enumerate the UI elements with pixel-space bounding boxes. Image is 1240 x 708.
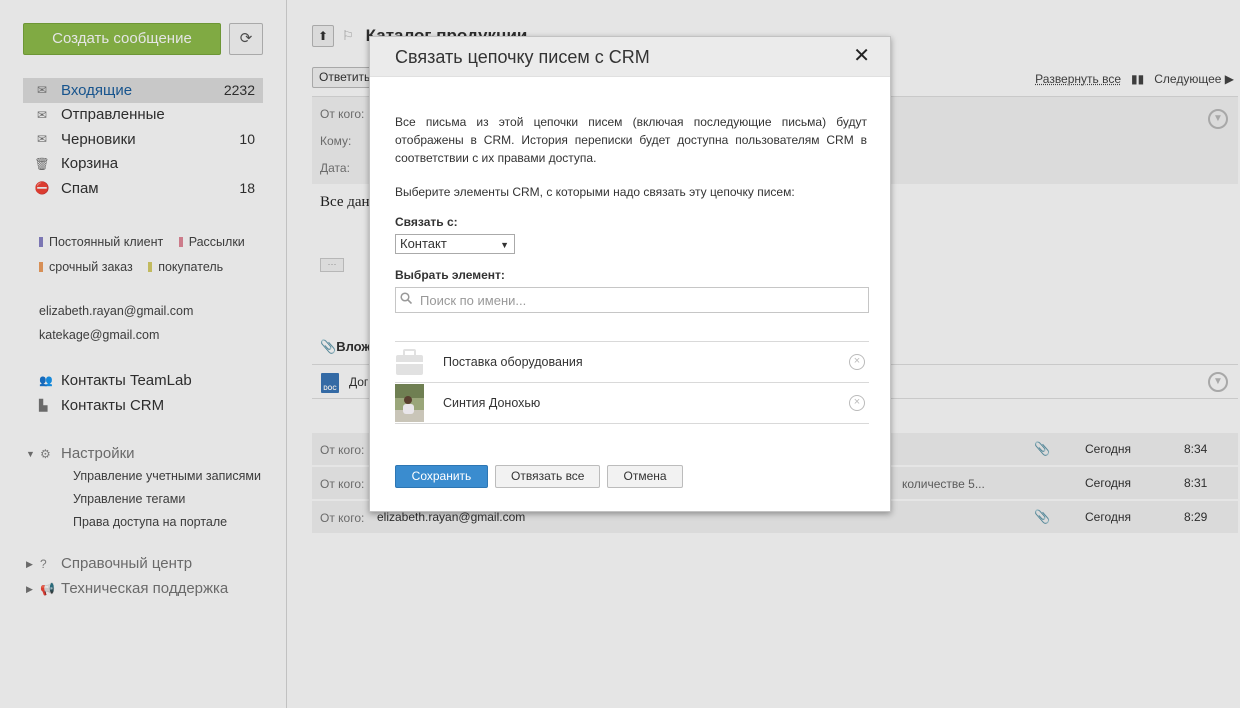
- entity-type-select[interactable]: Контакт ▼: [395, 234, 515, 254]
- remove-icon[interactable]: ×: [849, 354, 865, 370]
- pick-element-label: Выбрать элемент:: [395, 268, 505, 282]
- unlink-all-button[interactable]: Отвязать все: [495, 465, 601, 488]
- contact-photo: [395, 384, 424, 422]
- linked-item: Поставка оборудования ×: [395, 342, 869, 383]
- cancel-button[interactable]: Отмена: [607, 465, 683, 488]
- search-input[interactable]: Поиск по имени...: [395, 287, 869, 313]
- search-placeholder: Поиск по имени...: [420, 293, 527, 308]
- item-name: Поставка оборудования: [443, 355, 583, 369]
- dialog-instruction: Выберите элементы CRM, с которыми надо с…: [395, 185, 795, 199]
- item-name: Синтия Донохью: [443, 396, 541, 410]
- remove-icon[interactable]: ×: [849, 395, 865, 411]
- dialog-header: Связать цепочку писем с CRM ✕: [370, 37, 890, 77]
- search-icon: [400, 292, 412, 304]
- chevron-down-icon: ▼: [500, 240, 509, 250]
- linked-item: Синтия Донохью ×: [395, 383, 869, 424]
- dialog-title: Связать цепочку писем с CRM: [395, 47, 650, 67]
- select-value: Контакт: [400, 236, 447, 251]
- case-icon: [396, 349, 423, 375]
- link-with-label: Связать с:: [395, 215, 458, 229]
- link-to-crm-dialog: Связать цепочку писем с CRM ✕ Все письма…: [369, 36, 891, 512]
- close-icon[interactable]: ✕: [853, 45, 870, 67]
- linked-items: Поставка оборудования × Синтия Донохью ×: [395, 341, 869, 424]
- dialog-actions: Сохранить Отвязать все Отмена: [395, 465, 683, 488]
- dialog-description: Все письма из этой цепочки писем (включа…: [395, 115, 867, 165]
- save-button[interactable]: Сохранить: [395, 465, 488, 488]
